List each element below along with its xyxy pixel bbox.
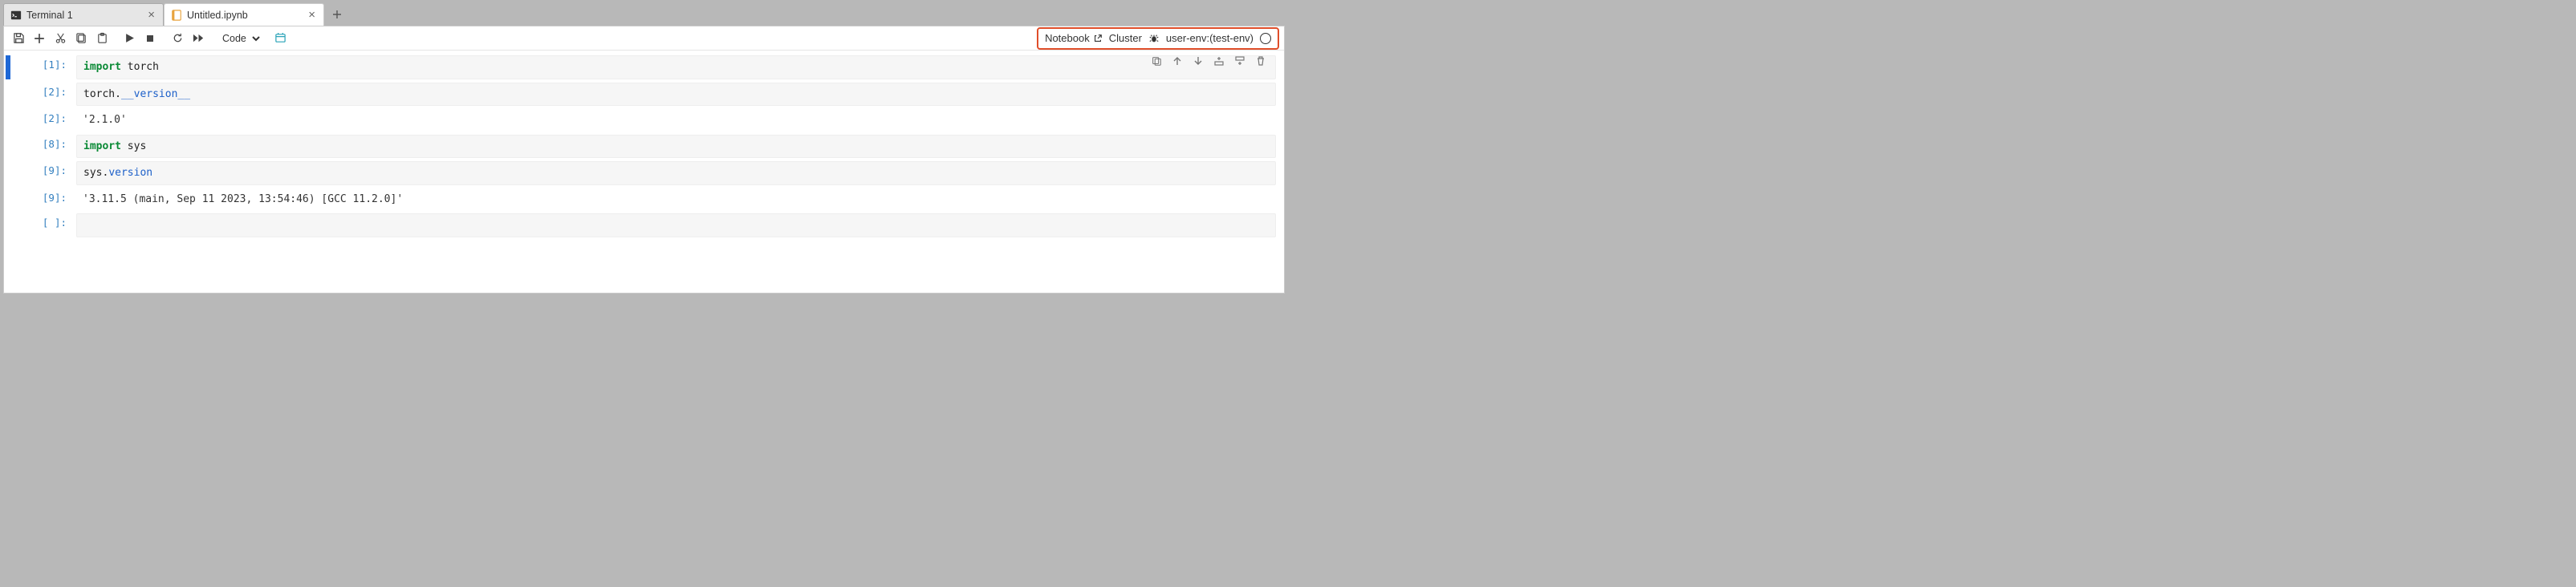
tab-bar: Terminal 1 × Untitled.ipynb × bbox=[3, 3, 1285, 26]
input-prompt: [ ]: bbox=[15, 213, 71, 229]
output-prompt: [2]: bbox=[15, 109, 71, 124]
input-prompt: [1]: bbox=[15, 55, 71, 71]
debug-button[interactable] bbox=[1148, 33, 1160, 44]
tab-label: Terminal 1 bbox=[26, 10, 141, 21]
save-button[interactable] bbox=[9, 29, 28, 48]
cell-selection-gutter bbox=[6, 213, 10, 237]
cell-output: '2.1.0' bbox=[76, 109, 1276, 132]
cell-selection-gutter bbox=[6, 135, 10, 159]
input-prompt: [8]: bbox=[15, 135, 71, 150]
input-prompt: [2]: bbox=[15, 83, 71, 98]
stop-button[interactable] bbox=[140, 29, 160, 48]
kernel-status-region: Notebook Cluster user-env:(test-env) bbox=[1037, 27, 1279, 50]
kernel-name[interactable]: user-env:(test-env) bbox=[1166, 32, 1253, 44]
bug-icon bbox=[1148, 33, 1160, 44]
insert-below-button[interactable] bbox=[1231, 52, 1249, 70]
code-cell[interactable]: [8]: import sys bbox=[6, 135, 1276, 159]
kernel-label: user-env:(test-env) bbox=[1166, 32, 1253, 44]
move-up-button[interactable] bbox=[1168, 52, 1186, 70]
cell-selection-gutter bbox=[6, 161, 10, 185]
notebook-icon bbox=[171, 10, 182, 21]
code-cell[interactable]: [2]: torch.__version__ bbox=[6, 83, 1276, 107]
terminal-icon bbox=[10, 10, 22, 21]
run-button[interactable] bbox=[120, 29, 139, 48]
insert-cell-button[interactable] bbox=[30, 29, 49, 48]
cell-input[interactable]: import sys bbox=[76, 135, 1276, 159]
cell-input[interactable]: sys.version bbox=[76, 161, 1276, 185]
cluster-link[interactable]: Cluster bbox=[1109, 32, 1142, 44]
copy-button[interactable] bbox=[71, 29, 91, 48]
cut-button[interactable] bbox=[51, 29, 70, 48]
paste-button[interactable] bbox=[92, 29, 112, 48]
cell-selection-gutter bbox=[6, 55, 10, 79]
code-cell[interactable]: [1]: import torch bbox=[6, 55, 1276, 79]
code-cell[interactable]: [9]: sys.version bbox=[6, 161, 1276, 185]
cell-selection-gutter bbox=[6, 109, 10, 132]
tab-untitled-notebook[interactable]: Untitled.ipynb × bbox=[164, 3, 324, 26]
render-button[interactable] bbox=[270, 29, 290, 48]
cell-selection-gutter bbox=[6, 188, 10, 211]
close-icon[interactable]: × bbox=[146, 9, 156, 21]
cell-action-bar bbox=[1148, 52, 1270, 70]
restart-kernel-button[interactable] bbox=[168, 29, 187, 48]
tab-terminal-1[interactable]: Terminal 1 × bbox=[3, 3, 164, 26]
restart-run-all-button[interactable] bbox=[189, 29, 208, 48]
notebook-toolbar: Code Notebook Cluster user-env:(test-env bbox=[4, 26, 1284, 51]
close-icon[interactable]: × bbox=[307, 9, 317, 21]
cluster-label: Cluster bbox=[1109, 32, 1142, 44]
output-prompt: [9]: bbox=[15, 188, 71, 204]
insert-above-button[interactable] bbox=[1210, 52, 1228, 70]
cell-input[interactable]: import torch bbox=[76, 55, 1276, 79]
cell-output-row: [9]: '3.11.5 (main, Sep 11 2023, 13:54:46… bbox=[6, 188, 1276, 211]
delete-cell-button[interactable] bbox=[1252, 52, 1270, 70]
notebook-label: Notebook bbox=[1045, 32, 1090, 44]
tab-label: Untitled.ipynb bbox=[187, 10, 302, 21]
notebook-panel: Code Notebook Cluster user-env:(test-env bbox=[3, 26, 1285, 294]
duplicate-cell-button[interactable] bbox=[1148, 52, 1165, 70]
cell-output: '3.11.5 (main, Sep 11 2023, 13:54:46) [G… bbox=[76, 188, 1276, 211]
kernel-status-indicator[interactable] bbox=[1260, 33, 1271, 44]
external-link-icon bbox=[1093, 34, 1103, 43]
add-tab-button[interactable] bbox=[327, 5, 347, 24]
open-notebook-link[interactable]: Notebook bbox=[1045, 32, 1103, 44]
code-cell[interactable]: [ ]: bbox=[6, 213, 1276, 237]
cell-output-row: [2]: '2.1.0' bbox=[6, 109, 1276, 132]
cell-input[interactable] bbox=[76, 213, 1276, 237]
cell-selection-gutter bbox=[6, 83, 10, 107]
input-prompt: [9]: bbox=[15, 161, 71, 176]
move-down-button[interactable] bbox=[1189, 52, 1207, 70]
cell-type-select[interactable]: Code bbox=[216, 30, 262, 47]
notebook-cells-area[interactable]: [1]:import torch[2]:torch.__version__[2]… bbox=[4, 51, 1284, 293]
cell-input[interactable]: torch.__version__ bbox=[76, 83, 1276, 107]
